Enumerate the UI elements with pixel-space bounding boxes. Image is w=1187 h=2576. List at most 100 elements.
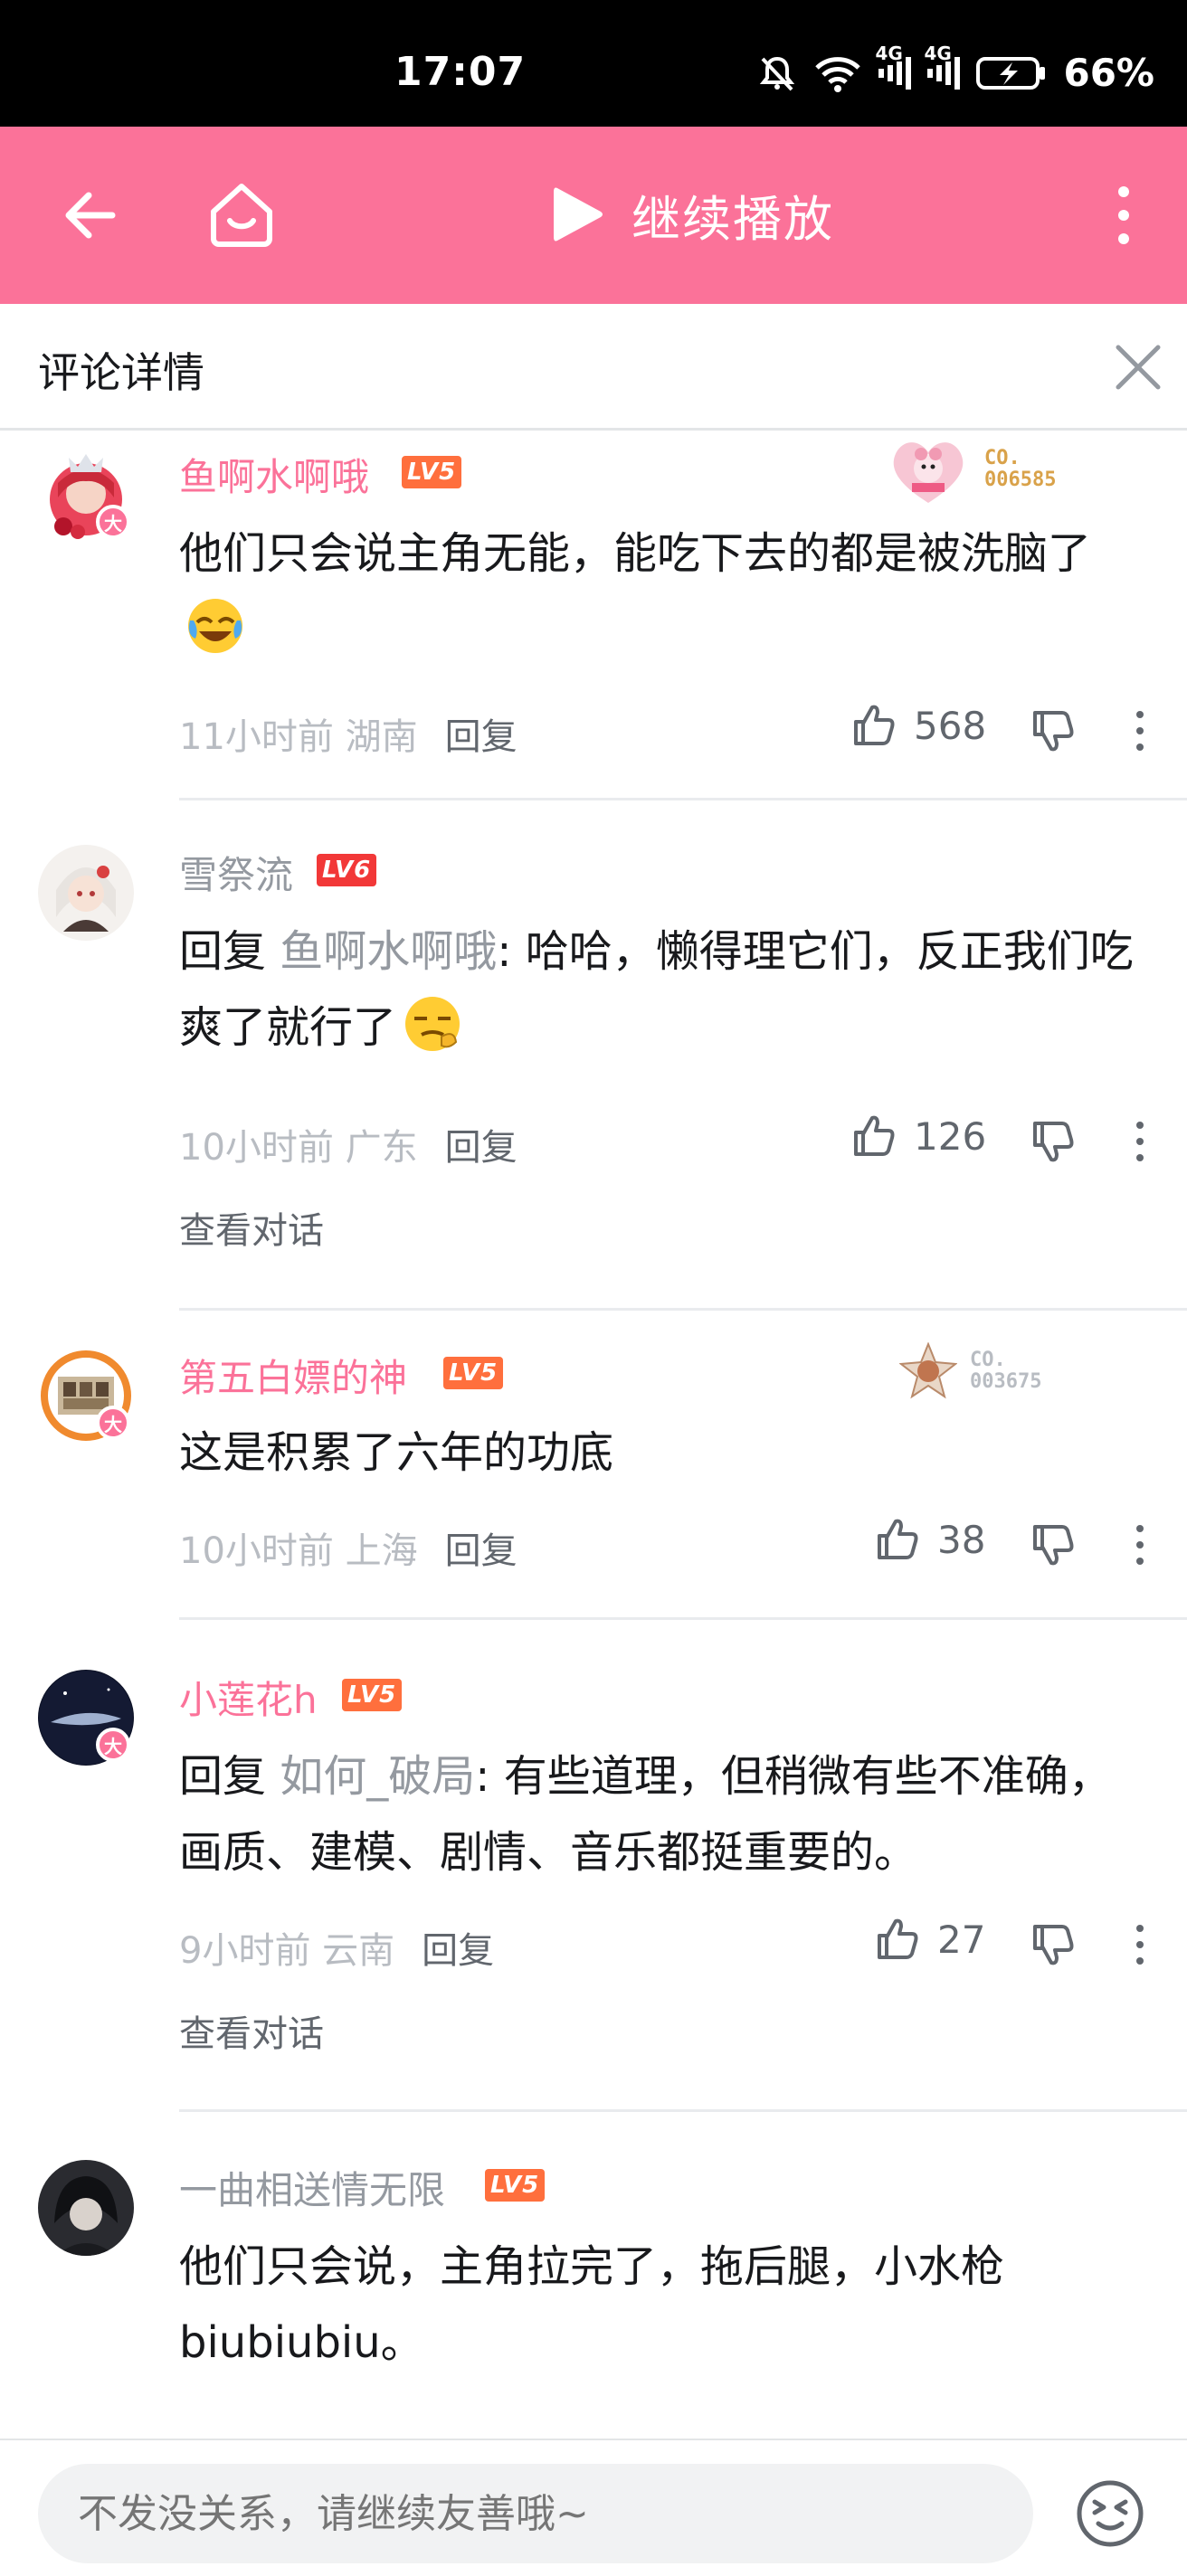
vip-badge: 大 [96,1728,130,1762]
avatar[interactable] [38,845,134,941]
comment-location: 上海 [345,1530,418,1572]
cell-signal-icon-2: 4G [924,43,961,91]
comment-text: 他们只会说主角无能，能吃下去的都是被洗脑了 [179,516,1147,668]
like-count: 38 [937,1517,986,1562]
level-badge: LV6 [317,854,377,886]
like-button[interactable]: 568 [850,702,986,749]
view-conversation-link[interactable]: 查看对话 [179,2004,324,2057]
comment-time: 9小时前 [179,1930,311,1972]
vip-badge: 大 [96,505,130,539]
fan-medal-number: 006585 [984,469,1057,491]
divider [179,2109,1187,2112]
fan-medal-badge[interactable]: CO. 006585 [885,432,1056,507]
close-icon[interactable] [1111,340,1165,394]
username[interactable]: 第五白嫖的神 [179,1348,407,1403]
home-icon[interactable] [204,177,279,251]
comment-text: 这是积累了六年的功底 [179,1415,1147,1491]
comment-more-icon[interactable] [1131,1118,1149,1165]
comment-input[interactable] [38,2464,1033,2563]
like-count: 568 [914,703,987,748]
reply-button[interactable]: 回复 [422,1921,494,1974]
comment-more-icon[interactable] [1131,1921,1149,1968]
thumb-down-icon[interactable] [1030,707,1077,754]
comment-detail-header: 评论详情 [0,304,1187,431]
wifi-icon [813,53,862,93]
fan-medal-prefix: CO. [984,447,1021,469]
comment-body: 他们只会说，主角拉完了，拖后腿，小水枪biubiubiu。 [179,2241,1005,2368]
laughing-tears-emoji-icon [188,599,242,653]
level-badge: LV5 [342,1679,403,1711]
comment-text: 回复 鱼啊水啊哦: 哈哈，懒得理它们，反正我们吃爽了就行了 [179,914,1147,1065]
status-time: 17:07 [394,49,527,95]
play-icon [554,187,603,242]
thumb-down-icon[interactable] [1030,1521,1077,1568]
reply-button[interactable]: 回复 [445,1118,518,1170]
more-options-icon[interactable] [1106,183,1142,248]
username[interactable]: 一曲相送情无限 [179,2160,445,2215]
reply-to-user[interactable]: 鱼啊水啊哦 [280,926,497,977]
thumb-up-icon [878,1918,918,1959]
like-count: 27 [937,1917,986,1962]
thumb-up-icon [854,705,895,745]
comment-meta: 10小时前 广东 回复 [179,1118,518,1170]
comment-time: 10小时前 [179,1530,334,1572]
fan-medal-badge[interactable]: CO. 003675 [899,1342,1041,1400]
avatar[interactable] [38,2160,134,2256]
reply-button[interactable]: 回复 [445,707,518,760]
reply-prefix: 回复 [179,926,267,977]
comment-more-icon[interactable] [1131,707,1149,754]
mute-bell-icon [757,53,797,93]
divider [179,1617,1187,1620]
comment-meta: 11小时前 湖南 回复 [179,707,518,760]
status-icons: 4G 4G 66% [757,43,1154,95]
comment-meta: 10小时前 上海 回复 [179,1521,518,1574]
like-button[interactable]: 126 [850,1113,986,1160]
comment-location: 广东 [345,1127,418,1169]
comment-input-bar [0,2439,1187,2576]
comment-location: 湖南 [345,716,418,758]
view-conversation-link[interactable]: 查看对话 [179,1201,324,1254]
fan-medal-number: 003675 [970,1370,1042,1393]
comment-text: 回复 如何_破局: 有些道理，但稍微有些不准确，画质、建模、剧情、音乐都挺重要的… [179,1738,1147,1890]
reply-button[interactable]: 回复 [445,1521,518,1574]
emoji-picker-icon[interactable] [1073,2477,1147,2551]
continue-play-button[interactable]: 继续播放 [550,174,834,255]
comment-text: 他们只会说，主角拉完了，拖后腿，小水枪biubiubiu。 [179,2229,1147,2381]
status-bar: 17:07 4G 4G 66% [0,0,1187,127]
vip-badge: 大 [96,1406,130,1440]
thumb-up-icon [878,1519,918,1559]
star-seal-badge-icon [899,1342,957,1399]
heart-bear-badge-icon [893,442,964,503]
cell-signal-icon-1: 4G [875,43,912,91]
like-count: 126 [914,1113,987,1159]
fan-medal-prefix: CO. [970,1349,1006,1371]
comment-body: 他们只会说主角无能，能吃下去的都是被洗脑了 [179,528,1092,579]
battery-percent: 66% [1063,51,1154,95]
comment-more-icon[interactable] [1131,1521,1149,1568]
comment-time: 10小时前 [179,1127,334,1169]
page-title: 评论详情 [38,348,204,397]
reply-prefix: 回复 [179,1751,267,1802]
username[interactable]: 鱼啊水啊哦 [179,447,369,502]
battery-charging-icon [976,55,1047,91]
username[interactable]: 雪祭流 [179,845,293,900]
comment-body: 这是积累了六年的功底 [179,1427,614,1478]
thumb-down-icon[interactable] [1030,1921,1077,1968]
continue-play-label: 继续播放 [631,190,834,248]
level-badge: LV5 [443,1357,504,1389]
back-arrow-icon[interactable] [58,183,123,248]
reply-to-user[interactable]: 如何_破局 [280,1751,475,1802]
comment-time: 11小时前 [179,716,334,758]
username[interactable]: 小莲花h [179,1670,318,1725]
thumb-up-icon [854,1115,895,1156]
smug-emoji-icon [405,997,461,1051]
divider [179,1308,1187,1311]
comment-meta: 9小时前 云南 回复 [179,1921,494,1974]
like-button[interactable]: 27 [874,1916,985,1963]
comment-location: 云南 [322,1930,395,1972]
comment-list[interactable]: 大 鱼啊水啊哦 LV5 CO. 006585 他们只会说主角无能，能吃下去的都是… [0,432,1187,2439]
like-button[interactable]: 38 [874,1516,985,1563]
divider [179,798,1187,800]
thumb-down-icon[interactable] [1030,1118,1077,1165]
video-top-bar: 继续播放 [0,127,1187,304]
